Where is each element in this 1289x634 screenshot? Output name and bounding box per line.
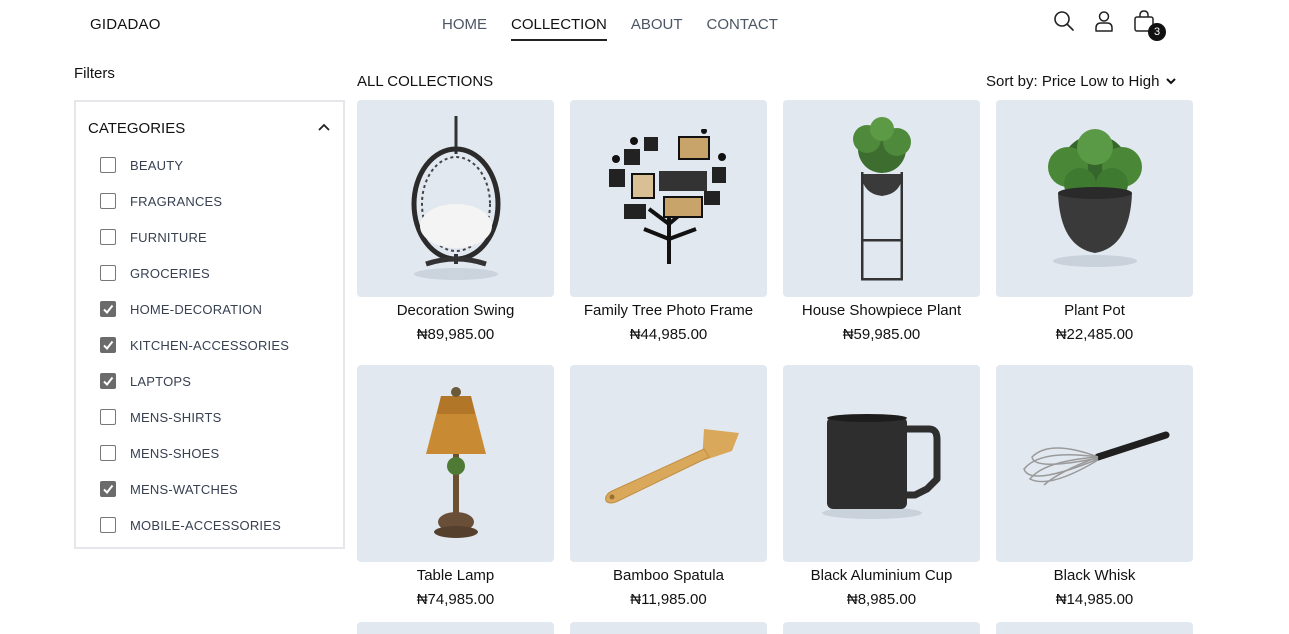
nav-about[interactable]: ABOUT (631, 16, 683, 41)
category-checkbox[interactable] (100, 445, 116, 461)
category-label: LAPTOPS (130, 373, 192, 389)
category-checkbox[interactable] (100, 337, 116, 353)
chevron-up-icon[interactable] (317, 119, 331, 137)
product-grid: Decoration Swing ₦89,985.00 Family Tree Ph… (357, 100, 1193, 608)
product-name[interactable]: Table Lamp (357, 567, 554, 587)
category-checkbox[interactable] (100, 157, 116, 173)
product-name[interactable]: Plant Pot (996, 302, 1193, 322)
chevron-down-icon (1165, 73, 1177, 90)
product-card-partial[interactable] (783, 622, 980, 634)
category-item-groceries[interactable]: GROCERIES (100, 255, 289, 291)
product-name[interactable]: House Showpiece Plant (783, 302, 980, 322)
nav-collection[interactable]: COLLECTION (511, 16, 607, 41)
category-checkbox[interactable] (100, 373, 116, 389)
category-checkbox[interactable] (100, 265, 116, 281)
category-checkbox[interactable] (100, 481, 116, 497)
product-card[interactable]: Black Whisk ₦14,985.00 (996, 365, 1193, 608)
categories-filter-panel: CATEGORIES BEAUTY FRAGRANCES FURNITURE GROC… (74, 100, 345, 549)
search-icon[interactable] (1053, 9, 1075, 33)
swing-chair-image[interactable] (357, 100, 554, 297)
category-item-mens-watches[interactable]: MENS-WATCHES (100, 471, 289, 507)
category-item-kitchen-accessories[interactable]: KITCHEN-ACCESSORIES (100, 327, 289, 363)
product-name[interactable]: Black Aluminium Cup (783, 567, 980, 587)
plant-pot-image[interactable] (996, 100, 1193, 297)
category-label: GROCERIES (130, 265, 210, 281)
product-price: ₦44,985.00 (629, 326, 708, 343)
sort-select[interactable]: Sort by: Price Low to High (986, 73, 1177, 90)
category-label: MENS-SHIRTS (130, 409, 222, 425)
category-checkbox[interactable] (100, 409, 116, 425)
category-item-home-decoration[interactable]: HOME-DECORATION (100, 291, 289, 327)
category-label: FURNITURE (130, 229, 207, 245)
checkmark-icon (103, 376, 114, 387)
main-nav: HOME COLLECTION ABOUT CONTACT (442, 16, 778, 41)
cart-count-badge: 3 (1148, 23, 1166, 41)
filters-title: Filters (74, 65, 115, 82)
category-label: HOME-DECORATION (130, 301, 263, 317)
product-price: ₦74,985.00 (416, 591, 495, 608)
category-label: KITCHEN-ACCESSORIES (130, 337, 290, 353)
product-card[interactable]: Black Aluminium Cup ₦8,985.00 (783, 365, 980, 608)
category-label: MOBILE-ACCESSORIES (130, 517, 281, 533)
category-list: BEAUTY FRAGRANCES FURNITURE GROCERIES HOME-D… (100, 147, 289, 543)
product-price: ₦59,985.00 (842, 326, 921, 343)
category-item-mobile-accessories[interactable]: MOBILE-ACCESSORIES (100, 507, 289, 543)
product-card[interactable]: Bamboo Spatula ₦11,985.00 (570, 365, 767, 608)
category-item-fragrances[interactable]: FRAGRANCES (100, 183, 289, 219)
product-name[interactable]: Family Tree Photo Frame (570, 302, 767, 322)
categories-title: CATEGORIES (88, 119, 186, 137)
category-checkbox[interactable] (100, 301, 116, 317)
checkmark-icon (103, 304, 114, 315)
product-price: ₦22,485.00 (1055, 326, 1134, 343)
category-checkbox[interactable] (100, 517, 116, 533)
checkmark-icon (103, 340, 114, 351)
product-card[interactable]: Decoration Swing ₦89,985.00 (357, 100, 554, 343)
product-name[interactable]: Bamboo Spatula (570, 567, 767, 587)
product-card[interactable]: Table Lamp ₦74,985.00 (357, 365, 554, 608)
product-card[interactable]: House Showpiece Plant ₦59,985.00 (783, 100, 980, 343)
category-label: BEAUTY (130, 157, 184, 173)
product-card[interactable]: Plant Pot ₦22,485.00 (996, 100, 1193, 343)
category-item-mens-shoes[interactable]: MENS-SHOES (100, 435, 289, 471)
product-card[interactable]: Family Tree Photo Frame ₦44,985.00 (570, 100, 767, 343)
nav-contact[interactable]: CONTACT (707, 16, 778, 41)
checkmark-icon (103, 484, 114, 495)
categories-header[interactable]: CATEGORIES (88, 119, 331, 137)
cart-icon[interactable]: 3 (1133, 9, 1166, 41)
spatula-image[interactable] (570, 365, 767, 562)
product-name[interactable]: Decoration Swing (357, 302, 554, 322)
category-checkbox[interactable] (100, 229, 116, 245)
user-icon[interactable] (1093, 9, 1115, 33)
stand-plant-image[interactable] (783, 100, 980, 297)
header-icons: 3 (1053, 9, 1166, 41)
mug-image[interactable] (783, 365, 980, 562)
category-item-beauty[interactable]: BEAUTY (100, 147, 289, 183)
brand-logo[interactable]: GIDADAO (90, 16, 161, 33)
product-price: ₦89,985.00 (416, 326, 495, 343)
category-checkbox[interactable] (100, 193, 116, 209)
product-price: ₦8,985.00 (846, 591, 917, 608)
product-name[interactable]: Black Whisk (996, 567, 1193, 587)
category-item-laptops[interactable]: LAPTOPS (100, 363, 289, 399)
photo-tree-image[interactable] (570, 100, 767, 297)
category-item-mens-shirts[interactable]: MENS-SHIRTS (100, 399, 289, 435)
product-price: ₦14,985.00 (1055, 591, 1134, 608)
section-title: ALL COLLECTIONS (357, 73, 494, 90)
nav-home[interactable]: HOME (442, 16, 487, 41)
whisk-image[interactable] (996, 365, 1193, 562)
product-card-partial[interactable] (570, 622, 767, 634)
category-label: MENS-SHOES (130, 445, 220, 461)
category-item-furniture[interactable]: FURNITURE (100, 219, 289, 255)
category-label: FRAGRANCES (130, 193, 223, 209)
table-lamp-image[interactable] (357, 365, 554, 562)
sort-label: Sort by: Price Low to High (986, 73, 1160, 90)
product-price: ₦11,985.00 (630, 591, 707, 608)
product-card-partial[interactable] (357, 622, 554, 634)
product-card-partial[interactable] (996, 622, 1193, 634)
category-label: MENS-WATCHES (130, 481, 238, 497)
